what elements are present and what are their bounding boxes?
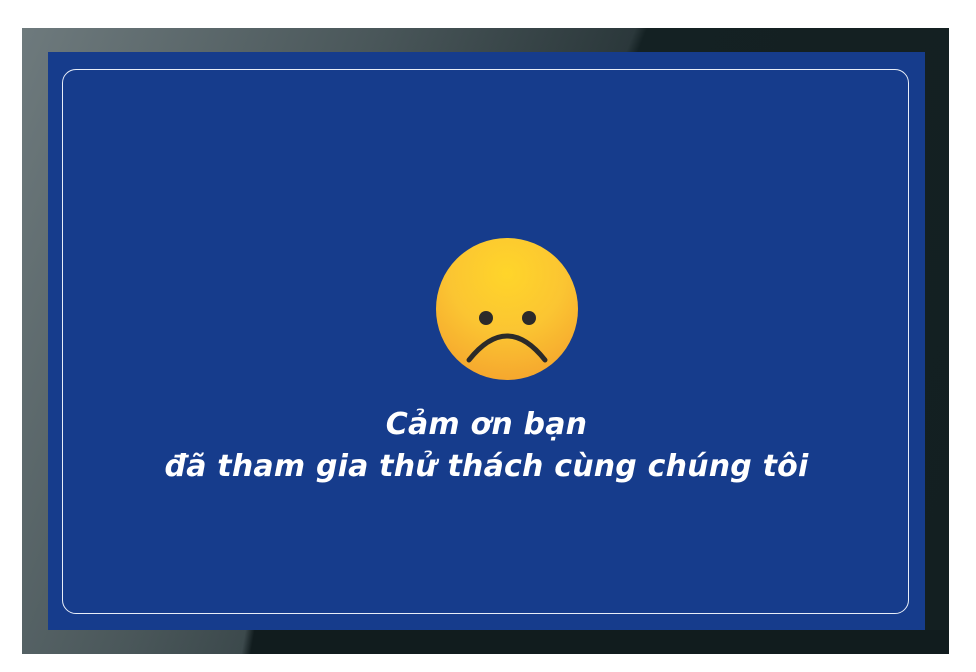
sad-face-icon bbox=[436, 238, 578, 380]
frame: Cảm ơn bạn đã tham gia thử thách cùng ch… bbox=[22, 28, 949, 654]
message-line-1: Cảm ơn bạn bbox=[385, 407, 588, 442]
thank-you-message: Cảm ơn bạn đã tham gia thử thách cùng ch… bbox=[48, 404, 925, 488]
message-line-2: đã tham gia thử thách cùng chúng tôi bbox=[164, 449, 809, 484]
frame-shadow bbox=[22, 630, 949, 654]
message-panel: Cảm ơn bạn đã tham gia thử thách cùng ch… bbox=[48, 52, 925, 630]
